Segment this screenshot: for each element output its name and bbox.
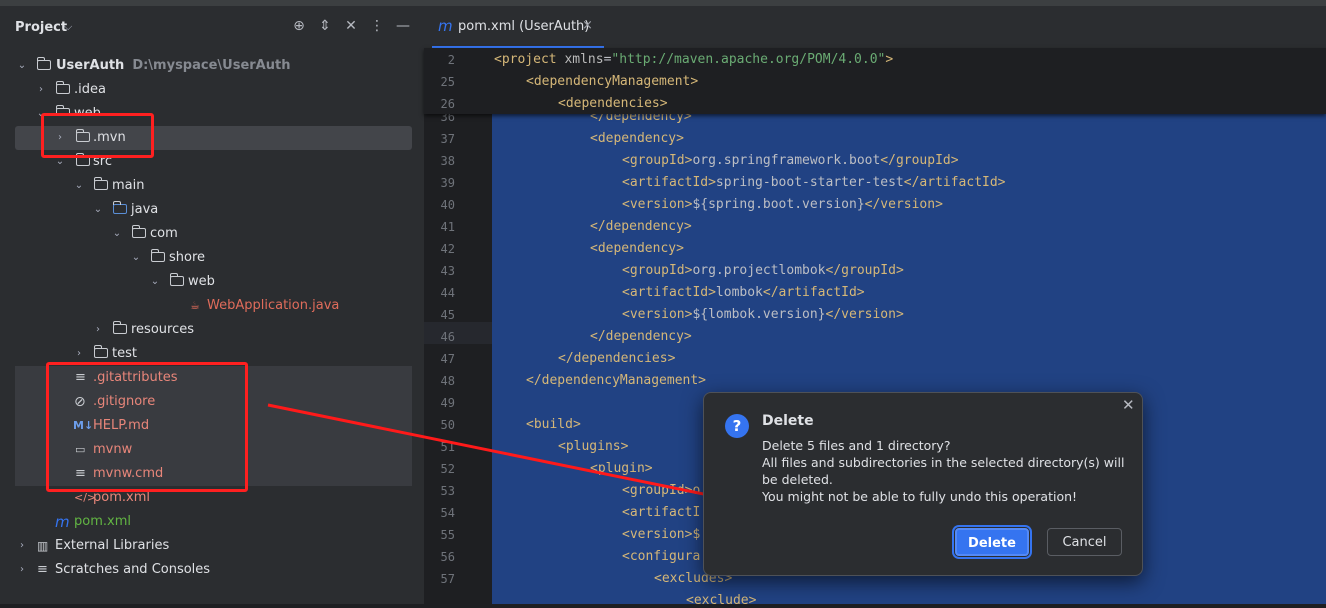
dialog-question: Delete 5 files and 1 directory? bbox=[762, 438, 951, 453]
delete-button[interactable]: Delete bbox=[955, 528, 1029, 556]
question-icon: ? bbox=[725, 414, 749, 438]
delete-dialog: ? Delete ✕ Delete 5 files and 1 director… bbox=[703, 392, 1143, 576]
dialog-warning: You might not be able to fully undo this… bbox=[762, 489, 1078, 504]
dialog-title: Delete bbox=[762, 413, 814, 429]
close-icon[interactable]: ✕ bbox=[1122, 396, 1135, 414]
cancel-button[interactable]: Cancel bbox=[1047, 528, 1122, 556]
dialog-detail: All files and subdirectories in the sele… bbox=[762, 455, 1125, 487]
